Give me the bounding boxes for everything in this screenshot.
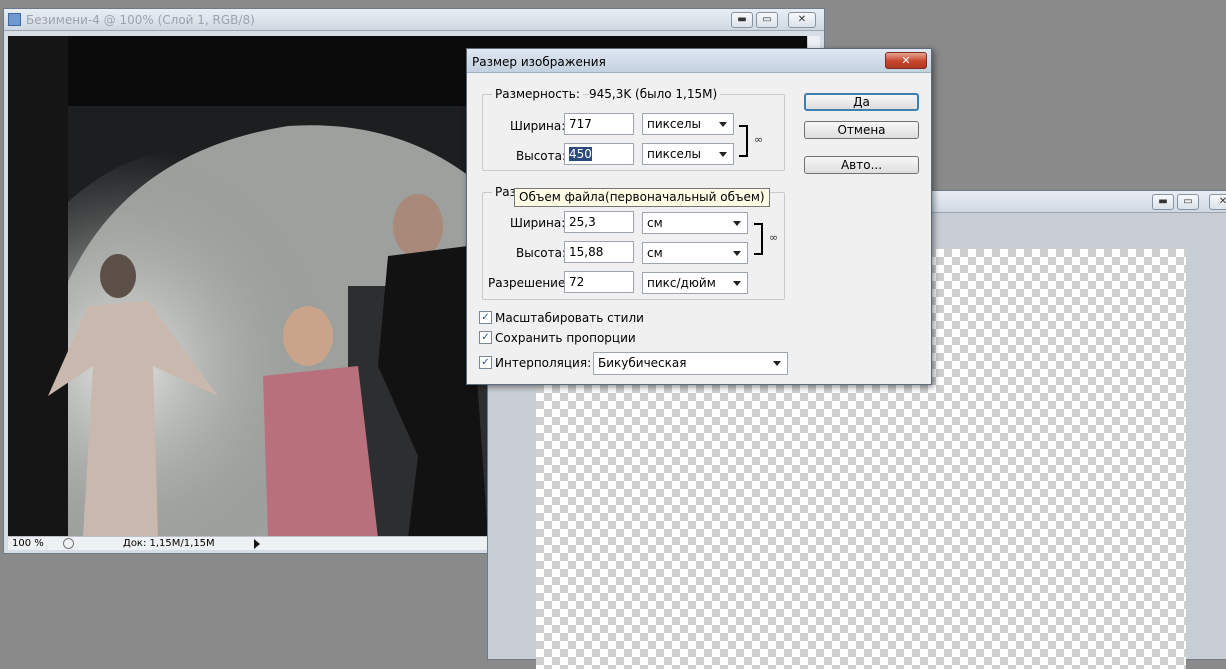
constrain-proportions-label[interactable]: Сохранить пропорции xyxy=(495,331,636,345)
chevron-down-icon xyxy=(773,361,781,366)
close-window-button[interactable]: ✕ xyxy=(788,12,816,28)
link-icon: ∞ xyxy=(769,231,779,244)
resample-checkbox[interactable]: ✓ xyxy=(479,356,492,369)
pixel-height-selected-text: 450 xyxy=(569,147,592,161)
dialog-title-bar[interactable]: Размер изображения ✕ xyxy=(467,49,931,73)
chevron-down-icon xyxy=(719,122,727,127)
scale-styles-checkbox[interactable]: ✓ xyxy=(479,311,492,324)
scale-styles-label[interactable]: Масштабировать стили xyxy=(495,311,644,325)
doc-width-unit-value: см xyxy=(647,216,663,230)
doc-height-label: Высота: xyxy=(516,246,567,260)
resample-method-select[interactable]: Бикубическая xyxy=(593,352,788,375)
pixel-dimensions-caption: Размерность: xyxy=(492,87,583,101)
resolution-input[interactable]: 72 xyxy=(564,271,634,293)
chevron-down-icon xyxy=(733,251,741,256)
constrain-bracket xyxy=(754,223,763,255)
document-title-bar[interactable]: Безимени-4 @ 100% (Слой 1, RGB/8) ▬ ▭ ✕ xyxy=(4,9,824,31)
tooltip: Объем файла(первоначальный объем) xyxy=(514,188,770,207)
minimize-button[interactable]: ▬ xyxy=(1152,194,1174,210)
status-menu-icon[interactable] xyxy=(63,538,74,549)
pixel-width-unit-value: пикселы xyxy=(647,117,702,131)
resample-method-value: Бикубическая xyxy=(598,356,687,370)
ok-button[interactable]: Да xyxy=(804,93,919,111)
doc-height-unit-select[interactable]: см xyxy=(642,242,748,264)
pixel-height-unit-value: пикселы xyxy=(647,147,702,161)
minimize-button[interactable]: ▬ xyxy=(731,12,753,28)
document-title: Безимени-4 @ 100% (Слой 1, RGB/8) xyxy=(26,13,255,27)
auto-button[interactable]: Авто... xyxy=(804,156,919,174)
resolution-unit-select[interactable]: пикс/дюйм xyxy=(642,272,748,294)
restore-button[interactable]: ▭ xyxy=(1177,194,1199,210)
cancel-button[interactable]: Отмена xyxy=(804,121,919,139)
pixel-dimensions-value: 945,3K (было 1,15M) xyxy=(589,87,721,101)
doc-width-unit-select[interactable]: см xyxy=(642,212,748,234)
resolution-unit-value: пикс/дюйм xyxy=(647,276,716,290)
doc-width-input[interactable]: 25,3 xyxy=(564,211,634,233)
chevron-down-icon xyxy=(733,281,741,286)
chevron-down-icon xyxy=(733,221,741,226)
doc-info: Док: 1,15M/1,15M xyxy=(123,538,215,549)
pixel-width-input[interactable]: 717 xyxy=(564,113,634,135)
status-arrow-icon[interactable] xyxy=(254,539,260,549)
close-window-button[interactable]: ✕ xyxy=(1209,194,1226,210)
zoom-level[interactable]: 100 % xyxy=(12,538,44,549)
chevron-down-icon xyxy=(719,152,727,157)
photoshop-doc-icon xyxy=(8,13,21,26)
pixel-height-unit-select[interactable]: пикселы xyxy=(642,143,734,165)
pixel-height-label: Высота: xyxy=(516,149,567,163)
restore-button[interactable]: ▭ xyxy=(756,12,778,28)
image-size-dialog: Размер изображения ✕ Размерность: 945,3K… xyxy=(466,48,932,385)
doc-width-label: Ширина: xyxy=(510,216,566,230)
constrain-proportions-checkbox[interactable]: ✓ xyxy=(479,331,492,344)
resample-label[interactable]: Интерполяция: xyxy=(495,356,591,370)
constrain-bracket xyxy=(739,125,748,157)
doc-height-unit-value: см xyxy=(647,246,663,260)
close-icon[interactable]: ✕ xyxy=(885,52,927,69)
doc-height-input[interactable]: 15,88 xyxy=(564,241,634,263)
pixel-height-input[interactable]: 450 xyxy=(564,143,634,165)
pixel-width-unit-select[interactable]: пикселы xyxy=(642,113,734,135)
resolution-label: Разрешение: xyxy=(488,276,570,290)
dialog-title: Размер изображения xyxy=(472,55,606,69)
link-icon: ∞ xyxy=(754,133,764,146)
pixel-width-label: Ширина: xyxy=(510,119,566,133)
